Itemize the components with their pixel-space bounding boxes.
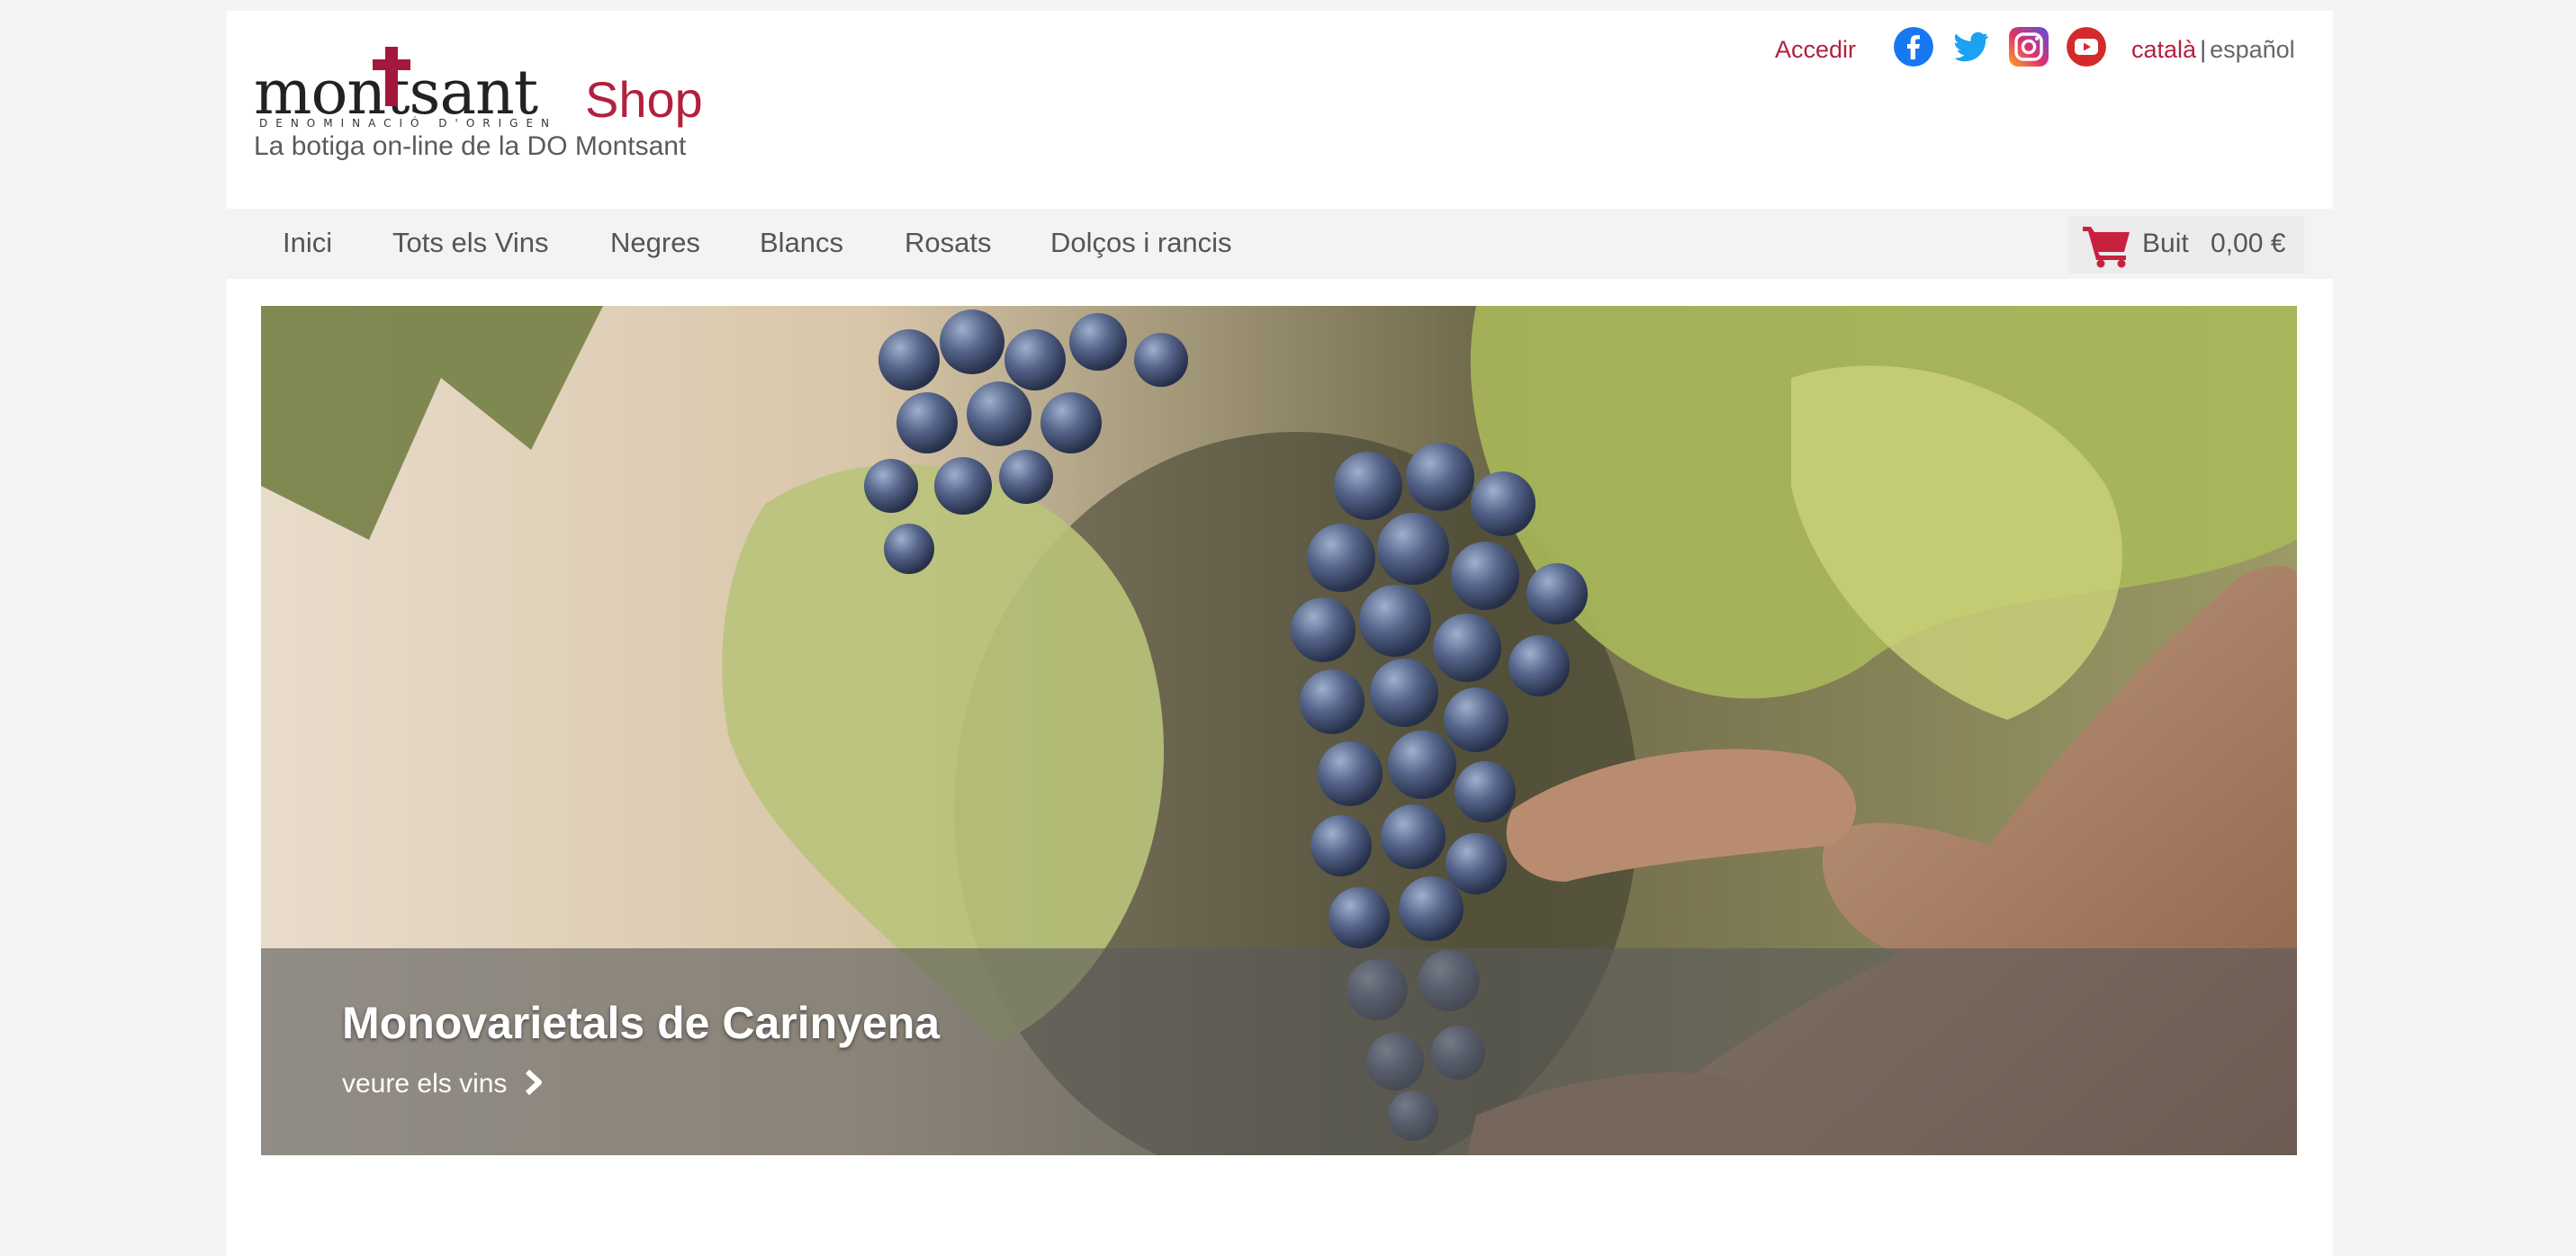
hero-link[interactable]: veure els vins [342,1065,544,1099]
nav-item-negres[interactable]: Negres [610,227,700,259]
language-separator: | [2200,36,2207,63]
cart-status: Buit [2142,229,2189,258]
nav-item-blancs[interactable]: Blancs [760,227,843,259]
nav-item-tots-els-vins[interactable]: Tots els Vins [392,227,548,259]
logo[interactable]: montsant DENOMINACIÓ D'ORIGEN Shop [254,47,722,137]
language-espanol[interactable]: español [2210,36,2295,63]
nav-item-inici[interactable]: Inici [283,227,332,259]
page-container: montsant DENOMINACIÓ D'ORIGEN Shop La bo… [227,11,2333,1256]
hero-link-label: veure els vins [342,1069,508,1099]
twitter-icon[interactable] [1951,27,1991,67]
cart-total: 0,00 € [2211,229,2286,258]
language-switcher: català | español [2131,36,2295,64]
instagram-icon[interactable] [2009,27,2049,67]
login-link[interactable]: Accedir [1775,36,1856,64]
facebook-icon[interactable] [1894,27,1933,67]
logo-subtext: DENOMINACIÓ D'ORIGEN [259,117,558,130]
youtube-icon[interactable] [2067,27,2106,67]
hero-banner[interactable]: Monovarietals de Carinyena veure els vin… [261,306,2297,1155]
hero-caption: Monovarietals de Carinyena veure els vin… [261,948,2297,1155]
logo-cross-icon [373,47,410,106]
shop-label: Shop [585,71,703,128]
hero-title: Monovarietals de Carinyena [342,998,941,1048]
main-nav: Inici Tots els Vins Negres Blancs Rosats… [227,209,2333,279]
tagline: La botiga on-line de la DO Montsant [254,131,687,161]
cart-icon [2083,227,2130,268]
cart-button[interactable]: Buit 0,00 € [2068,216,2304,274]
language-catala[interactable]: català [2131,36,2196,63]
chevron-right-icon [525,1069,542,1096]
nav-item-dolcos-i-rancis[interactable]: Dolços i rancis [1050,227,1232,259]
nav-item-rosats[interactable]: Rosats [905,227,991,259]
